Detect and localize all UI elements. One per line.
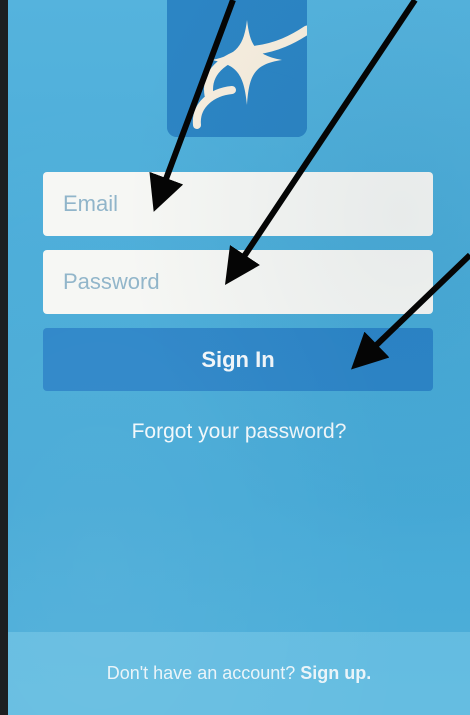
- email-field[interactable]: Email: [43, 172, 433, 236]
- sign-up-link[interactable]: Sign up.: [300, 663, 371, 684]
- phone-screen: Email Password Sign In Forgot your passw…: [8, 0, 470, 715]
- password-field[interactable]: Password: [43, 250, 433, 314]
- forgot-password-link[interactable]: Forgot your password?: [8, 420, 470, 444]
- signup-prompt: Don't have an account?: [106, 663, 296, 683]
- app-logo: [167, 0, 307, 137]
- signup-footer: Don't have an account? Sign up.: [8, 632, 470, 715]
- photo-frame: Email Password Sign In Forgot your passw…: [0, 0, 470, 715]
- star-wave-logo-icon: [167, 20, 307, 137]
- sign-in-label: Sign In: [201, 346, 275, 372]
- password-placeholder: Password: [63, 269, 160, 294]
- sign-in-button[interactable]: Sign In: [43, 328, 433, 391]
- email-placeholder: Email: [63, 191, 119, 216]
